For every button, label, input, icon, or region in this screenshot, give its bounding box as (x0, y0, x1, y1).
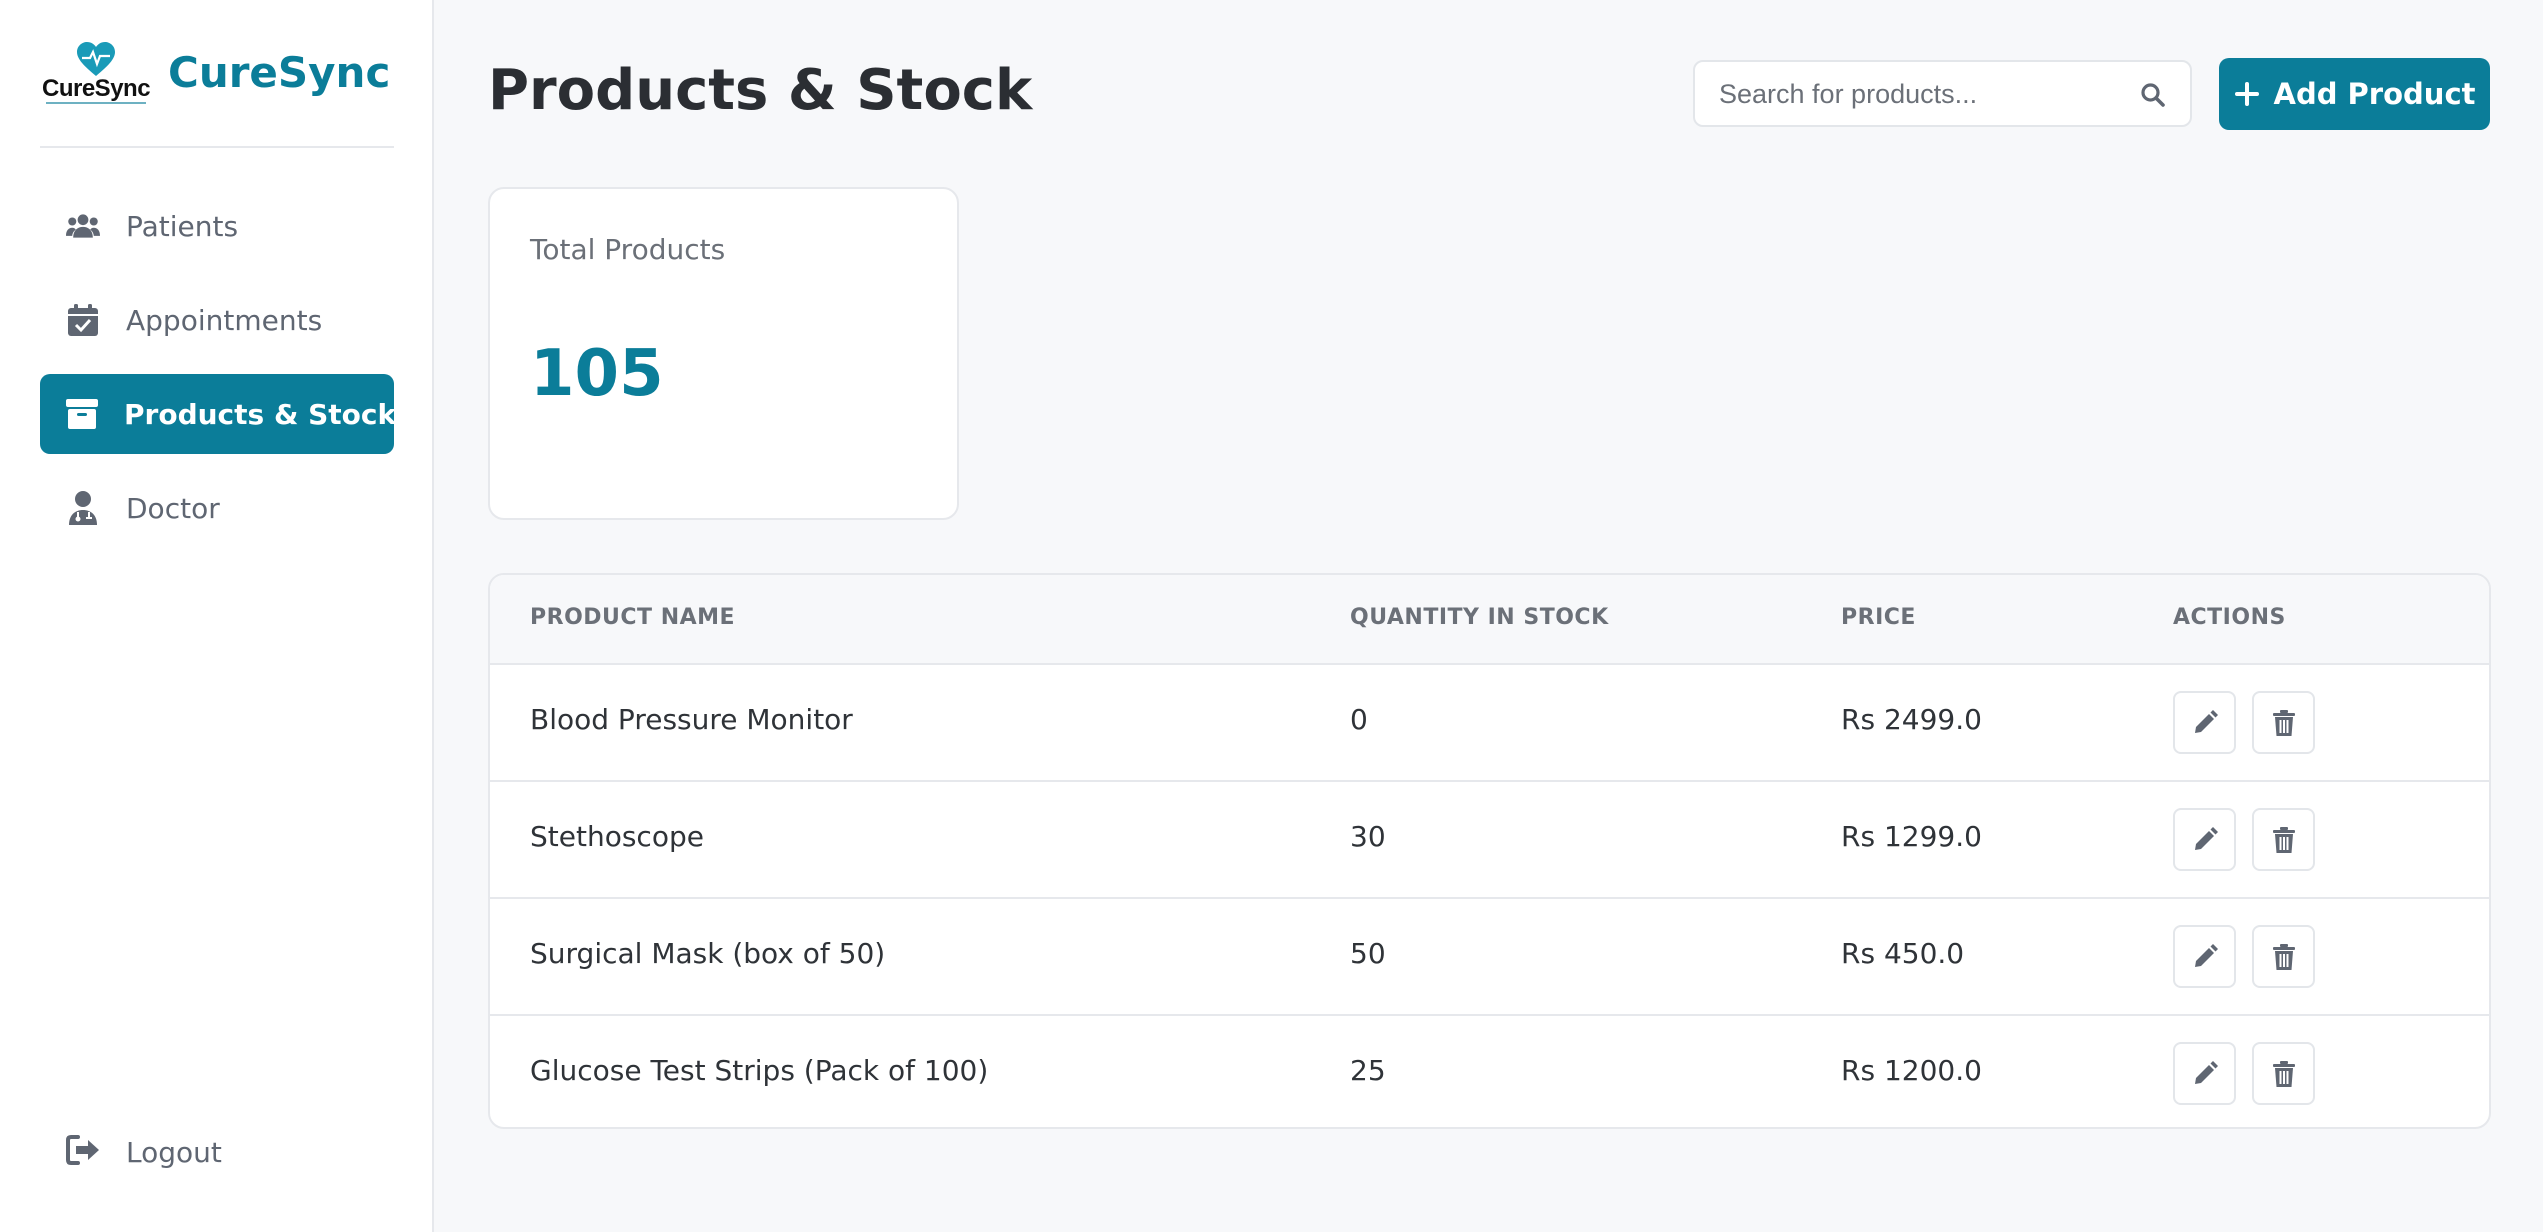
product-name-cell: Surgical Mask (box of 50) (530, 937, 886, 970)
logout-label: Logout (126, 1135, 222, 1169)
logo-text: CureSync (42, 75, 151, 102)
quantity-cell: 25 (1350, 1054, 1386, 1087)
price-cell: Rs 2499.0 (1841, 703, 1982, 736)
calendar-check-icon (66, 303, 100, 337)
sidebar-item-patients[interactable]: Patients (40, 186, 394, 266)
product-name-cell: Stethoscope (530, 820, 704, 853)
edit-button[interactable] (2173, 691, 2236, 754)
column-header-price: PRICE (1841, 605, 1916, 630)
edit-button[interactable] (2173, 808, 2236, 871)
table-row: Stethoscope 30 Rs 1299.0 (490, 782, 2489, 899)
table-row: Glucose Test Strips (Pack of 100) 25 Rs … (490, 1016, 2489, 1127)
sidebar-item-label: Products & Stock (124, 397, 397, 431)
edit-button[interactable] (2173, 1042, 2236, 1105)
sidebar-item-label: Appointments (126, 303, 323, 337)
delete-button[interactable] (2252, 691, 2315, 754)
plus-icon (2234, 82, 2259, 106)
sidebar-item-appointments[interactable]: Appointments (40, 280, 394, 360)
quantity-cell: 30 (1350, 820, 1386, 853)
quantity-cell: 0 (1350, 703, 1368, 736)
search-input[interactable] (1719, 76, 2119, 112)
table-header: PRODUCT NAME QUANTITY IN STOCK PRICE ACT… (490, 575, 2489, 665)
sidebar-item-label: Patients (126, 209, 239, 243)
edit-button[interactable] (2173, 925, 2236, 988)
logo-tagline-line (46, 102, 146, 104)
logout-button[interactable]: Logout (40, 1112, 394, 1192)
table-row: Blood Pressure Monitor 0 Rs 2499.0 (490, 665, 2489, 782)
delete-button[interactable] (2252, 1042, 2315, 1105)
page-title: Products & Stock (488, 58, 1033, 123)
search-box[interactable] (1693, 60, 2192, 127)
stat-label: Total Products (530, 233, 726, 266)
pencil-icon (2194, 826, 2218, 850)
sidebar-item-doctor[interactable]: Doctor (40, 468, 394, 548)
users-icon (66, 209, 100, 243)
brand-name: CureSync (168, 48, 391, 97)
stat-value: 105 (530, 337, 664, 411)
price-cell: Rs 1299.0 (1841, 820, 1982, 853)
sidebar-item-label: Doctor (126, 491, 220, 525)
trash-icon (2272, 1060, 2295, 1087)
add-product-label: Add Product (2273, 77, 2476, 111)
heart-pulse-icon (77, 42, 115, 76)
trash-icon (2272, 709, 2295, 736)
trash-icon (2272, 943, 2295, 970)
brand[interactable]: CureSync CureSync (40, 40, 394, 148)
product-name-cell: Blood Pressure Monitor (530, 703, 853, 736)
sidebar: CureSync CureSync Patients Appointments … (0, 0, 434, 1232)
pencil-icon (2194, 1060, 2218, 1084)
trash-icon (2272, 826, 2295, 853)
delete-button[interactable] (2252, 925, 2315, 988)
price-cell: Rs 1200.0 (1841, 1054, 1982, 1087)
total-products-card: Total Products 105 (488, 187, 959, 520)
logout-icon (66, 1135, 100, 1169)
add-product-button[interactable]: Add Product (2219, 58, 2490, 130)
column-header-quantity: QUANTITY IN STOCK (1350, 605, 1609, 630)
delete-button[interactable] (2252, 808, 2315, 871)
quantity-cell: 50 (1350, 937, 1386, 970)
table-row: Surgical Mask (box of 50) 50 Rs 450.0 (490, 899, 2489, 1016)
doctor-icon (66, 491, 100, 525)
products-table: PRODUCT NAME QUANTITY IN STOCK PRICE ACT… (488, 573, 2491, 1129)
pencil-icon (2194, 709, 2218, 733)
archive-box-icon (66, 397, 98, 431)
column-header-actions: ACTIONS (2173, 605, 2286, 630)
pencil-icon (2194, 943, 2218, 967)
column-header-product-name: PRODUCT NAME (530, 605, 736, 630)
product-name-cell: Glucose Test Strips (Pack of 100) (530, 1054, 989, 1087)
search-icon[interactable] (2140, 82, 2166, 108)
price-cell: Rs 450.0 (1841, 937, 1965, 970)
curesync-logo: CureSync (42, 42, 151, 108)
sidebar-item-products-stock[interactable]: Products & Stock (40, 374, 397, 454)
